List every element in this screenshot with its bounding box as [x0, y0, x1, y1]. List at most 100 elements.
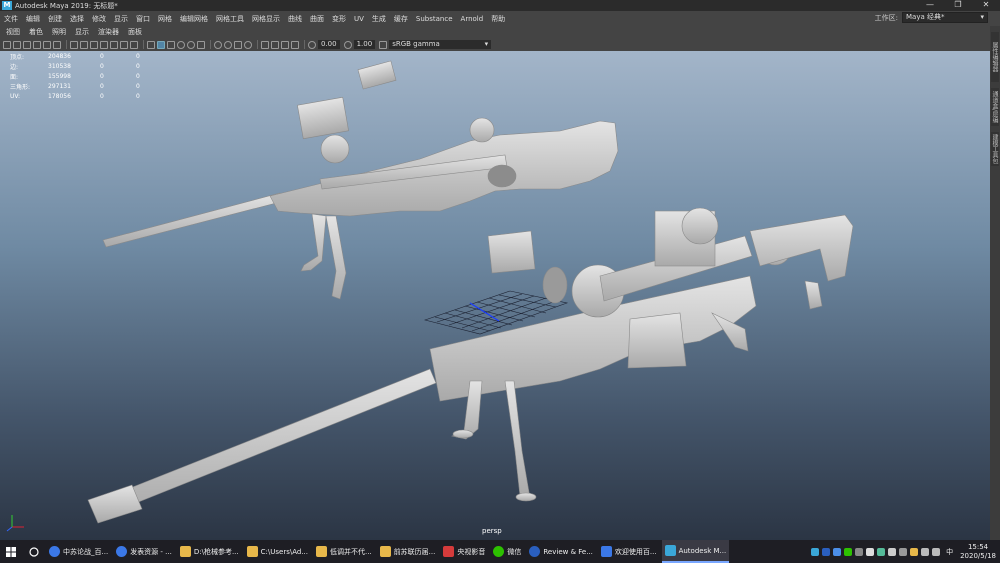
- taskbar-app-baidu-1[interactable]: 中苏论战_百...: [46, 540, 111, 563]
- grease-pencil-icon[interactable]: [53, 40, 61, 49]
- xray-components-icon[interactable]: [291, 40, 299, 49]
- network-icon[interactable]: [921, 547, 930, 556]
- panel-menu-view[interactable]: 视图: [6, 27, 20, 37]
- menu-substance[interactable]: Substance: [416, 15, 453, 23]
- menu-mesh[interactable]: 网格: [158, 14, 172, 24]
- tray-app-icon[interactable]: [855, 547, 864, 556]
- menu-modify[interactable]: 修改: [92, 14, 106, 24]
- gate-mask-icon[interactable]: [100, 40, 108, 49]
- tray-app-icon[interactable]: [910, 547, 919, 556]
- exposure-field[interactable]: 0.00: [318, 40, 340, 49]
- wireframe-on-shaded-icon[interactable]: [167, 40, 175, 49]
- panel-menu-lighting[interactable]: 照明: [52, 27, 66, 37]
- menu-generate[interactable]: 生成: [372, 14, 386, 24]
- field-chart-icon[interactable]: [110, 40, 118, 49]
- menu-mesh-tools[interactable]: 网格工具: [216, 14, 244, 24]
- taskbar-app-explorer-3[interactable]: 低调并不代...: [313, 540, 375, 563]
- minimize-button[interactable]: —: [916, 0, 944, 11]
- safe-title-icon[interactable]: [130, 40, 138, 49]
- textured-icon[interactable]: [177, 40, 185, 49]
- tray-app-icon[interactable]: [888, 547, 897, 556]
- motion-blur-icon[interactable]: [224, 40, 232, 49]
- isolate-select-icon[interactable]: [261, 40, 269, 49]
- menu-arnold[interactable]: Arnold: [461, 15, 484, 23]
- safe-action-icon[interactable]: [120, 40, 128, 49]
- taskbar-app-baidu-3[interactable]: 欢迎使用百...: [598, 540, 660, 563]
- tray-app-icon[interactable]: [877, 547, 886, 556]
- menu-curves[interactable]: 曲线: [288, 14, 302, 24]
- volume-icon[interactable]: [932, 547, 941, 556]
- wireframe-icon[interactable]: [147, 40, 155, 49]
- shadows-icon[interactable]: [197, 40, 205, 49]
- use-all-lights-icon[interactable]: [187, 40, 195, 49]
- panel-menu-shading[interactable]: 着色: [29, 27, 43, 37]
- grid-icon[interactable]: [70, 40, 78, 49]
- menu-edit-mesh[interactable]: 编辑网格: [180, 14, 208, 24]
- resolution-gate-icon[interactable]: [90, 40, 98, 49]
- select-camera-icon[interactable]: [3, 40, 11, 49]
- view-transform-value: sRGB gamma: [392, 40, 440, 48]
- menu-deform[interactable]: 变形: [332, 14, 346, 24]
- panel-menu-renderer[interactable]: 渲染器: [98, 27, 119, 37]
- attribute-editor-tab[interactable]: 属性编辑器: [991, 32, 999, 82]
- depth-of-field-icon[interactable]: [244, 40, 252, 49]
- close-button[interactable]: ✕: [972, 0, 1000, 11]
- exposure-icon[interactable]: [308, 40, 316, 49]
- maximize-button[interactable]: ❐: [944, 0, 972, 11]
- menu-windows[interactable]: 窗口: [136, 14, 150, 24]
- panel-menu-bar: 视图 着色 照明 显示 渲染器 面板: [0, 26, 990, 38]
- system-clock[interactable]: 15:54 2020/5/18: [960, 543, 996, 561]
- search-button[interactable]: [22, 540, 46, 563]
- channel-box-tab[interactable]: 通道盒/层编辑器: [991, 88, 999, 126]
- hud-row-edges: 边: 310538 0 0: [10, 62, 140, 71]
- smooth-shade-icon[interactable]: [157, 40, 165, 49]
- taskbar-app-explorer-4[interactable]: 前苏联历届...: [377, 540, 439, 563]
- workspace-dropdown[interactable]: Maya 经典* ▾: [902, 12, 988, 23]
- ambient-occlusion-icon[interactable]: [214, 40, 222, 49]
- tray-app-icon[interactable]: [866, 547, 875, 556]
- image-plane-icon[interactable]: [33, 40, 41, 49]
- menu-surfaces[interactable]: 曲面: [310, 14, 324, 24]
- bookmark-icon[interactable]: [23, 40, 31, 49]
- 2d-pan-zoom-icon[interactable]: [43, 40, 51, 49]
- tray-app-icon[interactable]: [822, 547, 831, 556]
- xray-icon[interactable]: [271, 40, 279, 49]
- gamma-icon[interactable]: [343, 40, 352, 49]
- tray-app-icon[interactable]: [811, 547, 820, 556]
- anti-aliasing-icon[interactable]: [234, 40, 242, 49]
- panel-menu-panels[interactable]: 面板: [128, 27, 142, 37]
- camera-attributes-icon[interactable]: [13, 40, 21, 49]
- taskbar-app-maya[interactable]: Autodesk M...: [661, 540, 730, 563]
- taskbar-app-baidu-2[interactable]: 发表资源 - ...: [113, 540, 175, 563]
- xray-joints-icon[interactable]: [281, 40, 289, 49]
- taskbar-app-wechat[interactable]: 微信: [490, 540, 524, 563]
- menu-file[interactable]: 文件: [4, 14, 18, 24]
- menu-cache[interactable]: 缓存: [394, 14, 408, 24]
- menu-create[interactable]: 创建: [48, 14, 62, 24]
- gamma-field[interactable]: 1.00: [353, 40, 376, 49]
- modeling-toolkit-tab[interactable]: 建模工具包: [991, 132, 999, 166]
- system-tray: 中 15:54 2020/5/18: [811, 540, 996, 563]
- tray-app-icon[interactable]: [899, 547, 908, 556]
- taskbar-app-cctv[interactable]: 央视影音: [440, 540, 488, 563]
- taskbar-app-review[interactable]: Review & Fe...: [526, 540, 596, 563]
- menu-help[interactable]: 帮助: [491, 14, 505, 24]
- start-button[interactable]: [0, 540, 22, 563]
- taskbar-app-explorer-1[interactable]: D:\枪械参考...: [177, 540, 242, 563]
- menu-mesh-display[interactable]: 网格显示: [252, 14, 280, 24]
- color-management-icon[interactable]: [379, 40, 388, 49]
- taskbar-app-explorer-2[interactable]: C:\Users\Ad...: [244, 540, 311, 563]
- tray-wechat-icon[interactable]: [844, 547, 853, 556]
- panel-menu-show[interactable]: 显示: [75, 27, 89, 37]
- menu-select[interactable]: 选择: [70, 14, 84, 24]
- view-transform-dropdown[interactable]: sRGB gamma ▾: [389, 40, 492, 49]
- menu-display[interactable]: 显示: [114, 14, 128, 24]
- clock-date: 2020/5/18: [960, 551, 996, 560]
- film-gate-icon[interactable]: [80, 40, 88, 49]
- menu-uv[interactable]: UV: [354, 15, 364, 23]
- input-method-indicator[interactable]: 中: [946, 547, 953, 557]
- menu-edit[interactable]: 编辑: [26, 14, 40, 24]
- 3d-viewport[interactable]: 顶点: 204836 0 0 边: 310538 0 0 面: 155998 0…: [0, 51, 990, 540]
- toolbar-divider: [257, 40, 258, 49]
- tray-app-icon[interactable]: [833, 547, 842, 556]
